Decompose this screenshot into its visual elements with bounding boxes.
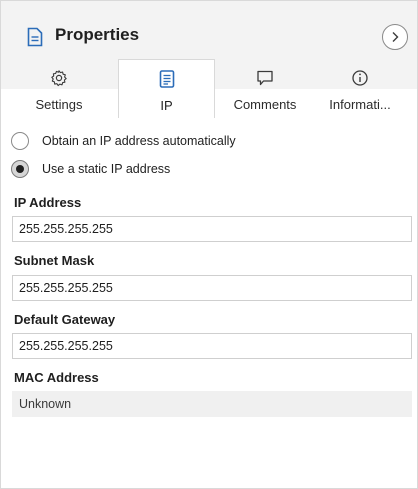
subnet-mask-input[interactable] [12,275,412,301]
info-icon [351,69,369,92]
default-gateway-input[interactable] [12,333,412,359]
chevron-right-icon [392,32,399,42]
tab-settings[interactable]: Settings [7,59,111,118]
radio-button-unchecked[interactable] [11,132,29,150]
tab-bar: Settings IP Comments Informati... [1,59,417,118]
mac-address-label: MAC Address [14,370,99,385]
radio-button-checked[interactable] [11,160,29,178]
title-bar: Properties [1,1,417,57]
tab-label: Settings [35,97,83,112]
properties-panel: Properties Settings IP Comments Informat… [0,0,418,489]
tab-label: IP [160,98,173,113]
tab-information[interactable]: Informati... [315,59,405,118]
tab-ip[interactable]: IP [118,59,215,118]
list-document-icon [159,70,175,93]
ip-address-label: IP Address [14,195,82,210]
comment-icon [256,69,274,92]
mac-address-value: Unknown [12,391,412,417]
radio-label: Use a static IP address [42,162,171,176]
ip-settings-content: Obtain an IP address automatically Use a… [1,118,417,488]
ip-address-input[interactable] [12,216,412,242]
radio-label: Obtain an IP address automatically [42,134,236,148]
subnet-mask-label: Subnet Mask [14,253,95,268]
gear-icon [50,69,68,92]
collapse-panel-button[interactable] [382,24,408,50]
tab-label: Comments [233,97,297,112]
tab-label: Informati... [329,97,391,112]
tab-comments[interactable]: Comments [219,59,311,118]
panel-title: Properties [55,25,140,44]
default-gateway-label: Default Gateway [14,312,116,327]
document-icon [27,27,43,47]
